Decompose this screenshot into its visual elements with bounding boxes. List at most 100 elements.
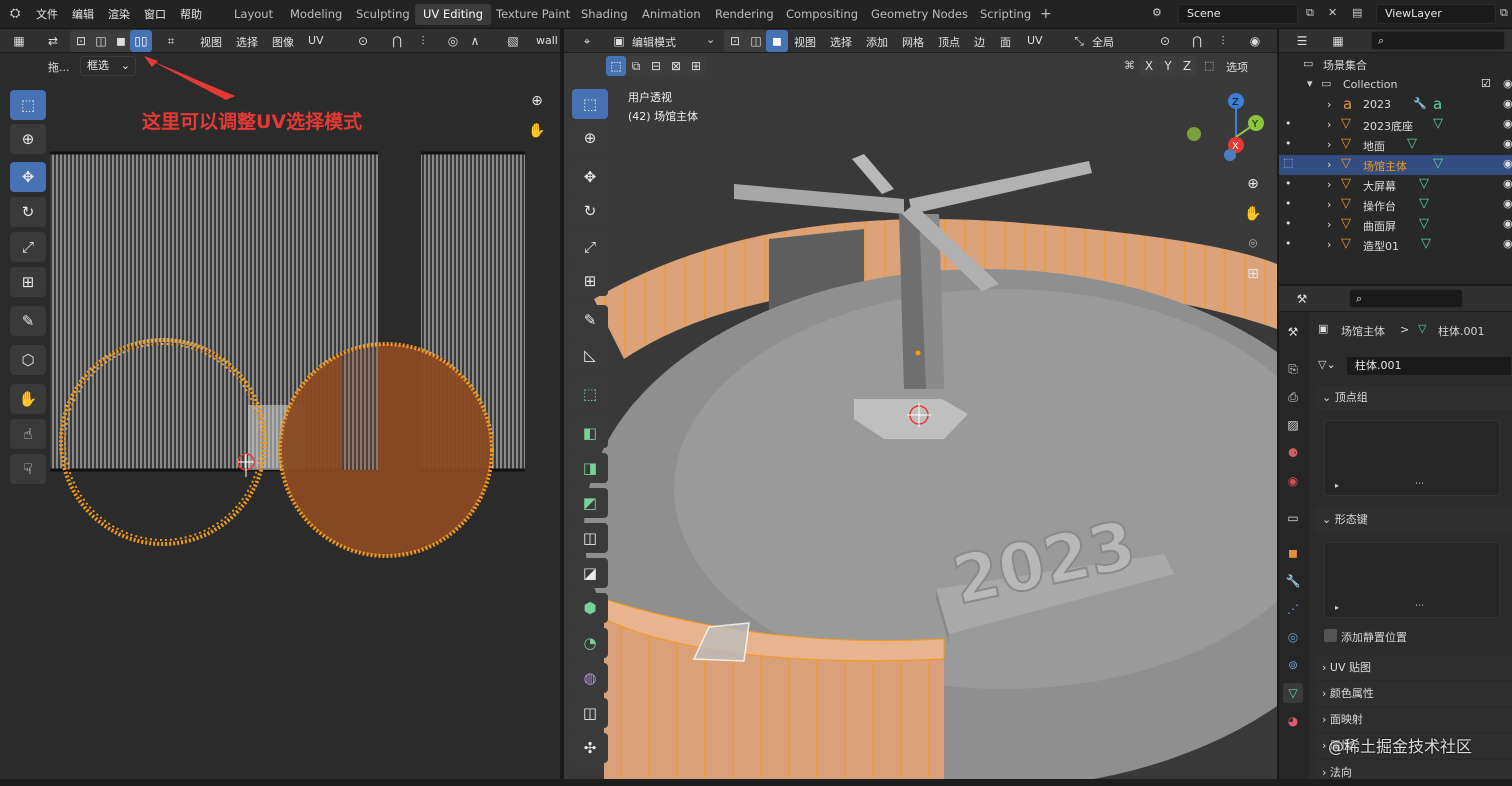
- uv-editor[interactable]: ▦ ⇄ ⊡ ◫ ◼ ▯▯ ⌗ 视图 选择 图像 UV ⊙ ⋂ ⫶ ◎ ∧ ▧ w…: [0, 29, 560, 779]
- physics-tab-icon[interactable]: ◎: [1283, 627, 1303, 647]
- tab-uv-editing[interactable]: UV Editing: [415, 4, 491, 25]
- tab-layout[interactable]: Layout: [226, 4, 281, 25]
- outliner-row-ground[interactable]: • › ▽ 地面 ▽ ◉: [1279, 135, 1512, 155]
- viewport-scene[interactable]: 2023 Z Y X: [564, 29, 1277, 779]
- mesh-name-field[interactable]: 柱体.001: [1346, 356, 1512, 376]
- add-workspace-button[interactable]: +: [1032, 4, 1060, 25]
- resize-handle-icon[interactable]: ⋯: [1415, 601, 1424, 611]
- copy-scene-icon[interactable]: ⧉: [1306, 6, 1314, 20]
- outliner-row-console[interactable]: • › ▽ 操作台 ▽ ◉: [1279, 195, 1512, 215]
- camera-icon[interactable]: ⌾: [1240, 231, 1266, 257]
- shape-key-list[interactable]: ▸ ⋯: [1324, 542, 1500, 618]
- menu-file[interactable]: 文件: [36, 6, 58, 22]
- tool-rip[interactable]: ⬡: [10, 345, 46, 375]
- rest-position-checkbox[interactable]: [1324, 629, 1337, 642]
- tool-smooth[interactable]: ◍: [572, 663, 608, 693]
- grid-view-icon[interactable]: ⊞: [1240, 261, 1266, 287]
- outliner-row-venue-main[interactable]: ⬚ › ▽ 场馆主体 ▽ ◉: [1279, 155, 1512, 175]
- panel-vertex-groups[interactable]: ⌄ 顶点组: [1316, 386, 1512, 410]
- expand-arrow-icon[interactable]: ›: [1327, 238, 1331, 251]
- eye-icon[interactable]: ◉: [1503, 117, 1512, 130]
- vertex-group-list[interactable]: ▸ ⋯: [1324, 420, 1500, 496]
- eye-icon[interactable]: ◉: [1503, 157, 1512, 170]
- outliner-type-icon[interactable]: ☰: [1291, 30, 1313, 52]
- tool-spin[interactable]: ◔: [572, 628, 608, 658]
- outliner-row-2023-base[interactable]: • › ▽ 2023底座 ▽ ◉: [1279, 115, 1512, 135]
- uv-canvas[interactable]: [0, 29, 560, 779]
- panel-normals[interactable]: › 法向: [1316, 760, 1512, 779]
- tool-poly-build[interactable]: ⬢: [572, 593, 608, 623]
- tool-edge-slide[interactable]: ◫: [572, 698, 608, 728]
- tool-select-box[interactable]: ⬚: [10, 90, 46, 120]
- world-tab-icon[interactable]: ◉: [1283, 471, 1303, 491]
- eye-icon[interactable]: ◉: [1503, 97, 1512, 110]
- tab-sculpting[interactable]: Sculpting: [348, 4, 418, 25]
- tool-rotate[interactable]: ↻: [10, 197, 46, 227]
- tool-knife[interactable]: ◪: [572, 558, 608, 588]
- view-layer-tab-icon[interactable]: ▨: [1283, 415, 1303, 435]
- expand-arrow-icon[interactable]: ›: [1327, 98, 1331, 111]
- panel-color-attributes[interactable]: › 颜色属性: [1316, 682, 1512, 706]
- panel-face-maps[interactable]: › 面映射: [1316, 708, 1512, 732]
- zoom-icon[interactable]: ⊕: [1240, 171, 1266, 197]
- particles-tab-icon[interactable]: ⋰: [1283, 599, 1303, 619]
- outliner-search-input[interactable]: ⌕: [1371, 31, 1505, 50]
- tool-cursor[interactable]: ⊕: [10, 124, 46, 154]
- tool-select-box[interactable]: ⬚: [572, 89, 608, 119]
- tab-rendering[interactable]: Rendering: [707, 4, 782, 25]
- tool-annotate[interactable]: ✎: [572, 305, 608, 335]
- tab-scripting[interactable]: Scripting: [972, 4, 1039, 25]
- menu-edit[interactable]: 编辑: [72, 6, 94, 22]
- expand-arrow-icon[interactable]: ›: [1327, 218, 1331, 231]
- eye-icon[interactable]: ◉: [1503, 137, 1512, 150]
- mesh-browse-icon[interactable]: ▽⌄: [1318, 358, 1336, 371]
- menu-help[interactable]: 帮助: [180, 6, 202, 22]
- tool-add-cube[interactable]: ⬚: [572, 379, 608, 409]
- eye-icon[interactable]: ◉: [1503, 177, 1512, 190]
- mesh-data-tab-icon[interactable]: ▽: [1283, 683, 1303, 703]
- panel-shape-keys[interactable]: ⌄ 形态键: [1316, 508, 1512, 532]
- display-mode-icon[interactable]: ▦: [1327, 30, 1349, 52]
- expand-arrow-icon[interactable]: ›: [1327, 198, 1331, 211]
- checkbox-icon[interactable]: ☑: [1481, 77, 1491, 90]
- panel-uv-maps[interactable]: › UV 贴图: [1316, 656, 1512, 680]
- modifier-tab-icon[interactable]: 🔧: [1283, 571, 1303, 591]
- breadcrumb-data[interactable]: 柱体.001: [1438, 323, 1485, 339]
- tool-tab-icon[interactable]: ⚒: [1283, 322, 1303, 342]
- output-tab-icon[interactable]: ⎙: [1283, 387, 1303, 407]
- tool-shrink-fatten[interactable]: ✣: [572, 733, 608, 763]
- copy-viewlayer-icon[interactable]: ⧉: [1500, 6, 1508, 20]
- expand-arrow-icon[interactable]: ›: [1327, 138, 1331, 151]
- tool-grab[interactable]: ✋: [10, 384, 46, 414]
- pan-hand-icon[interactable]: ✋: [1240, 201, 1266, 227]
- tool-transform[interactable]: ⊞: [10, 267, 46, 297]
- tab-modeling[interactable]: Modeling: [282, 4, 350, 25]
- blender-logo-icon[interactable]: ⛭: [10, 6, 20, 21]
- collection-label[interactable]: Collection: [1343, 78, 1397, 91]
- eye-icon[interactable]: ◉: [1503, 197, 1512, 210]
- menu-window[interactable]: 窗口: [144, 6, 166, 22]
- edit-mode-indicator-icon[interactable]: ⬚: [1283, 156, 1293, 169]
- scene-tab-icon[interactable]: ⚈: [1283, 443, 1303, 463]
- constraints-tab-icon[interactable]: ⊚: [1283, 655, 1303, 675]
- tool-inset[interactable]: ◨: [572, 453, 608, 483]
- tab-shading[interactable]: Shading: [573, 4, 636, 25]
- pan-hand-icon[interactable]: ✋: [524, 118, 550, 144]
- outliner-row-curved-screen[interactable]: • › ▽ 曲面屏 ▽ ◉: [1279, 215, 1512, 235]
- tab-animation[interactable]: Animation: [634, 4, 709, 25]
- scene-collection-label[interactable]: 场景集合: [1323, 57, 1367, 73]
- delete-scene-icon[interactable]: ✕: [1328, 6, 1337, 19]
- tool-bevel[interactable]: ◩: [572, 488, 608, 518]
- expand-arrow-icon[interactable]: ›: [1327, 118, 1331, 131]
- object-tab-icon[interactable]: ◼: [1283, 543, 1303, 563]
- menu-render[interactable]: 渲染: [108, 6, 130, 22]
- breadcrumb-object[interactable]: 场馆主体: [1341, 323, 1385, 339]
- tab-compositing[interactable]: Compositing: [778, 4, 866, 25]
- outliner-row-big-screen[interactable]: • › ▽ 大屏幕 ▽ ◉: [1279, 175, 1512, 195]
- tool-loop-cut[interactable]: ◫: [572, 523, 608, 553]
- properties-type-icon[interactable]: ⚒: [1291, 288, 1313, 310]
- tool-move[interactable]: ✥: [10, 162, 46, 192]
- render-tab-icon[interactable]: ⎘: [1283, 359, 1303, 379]
- tool-cursor[interactable]: ⊕: [572, 123, 608, 153]
- 3d-viewport[interactable]: ⌖ ▣ 编辑模式 ⌄ ⊡ ◫ ◼ 视图 选择 添加 网格 顶点 边 面 UV ⤡…: [564, 29, 1277, 779]
